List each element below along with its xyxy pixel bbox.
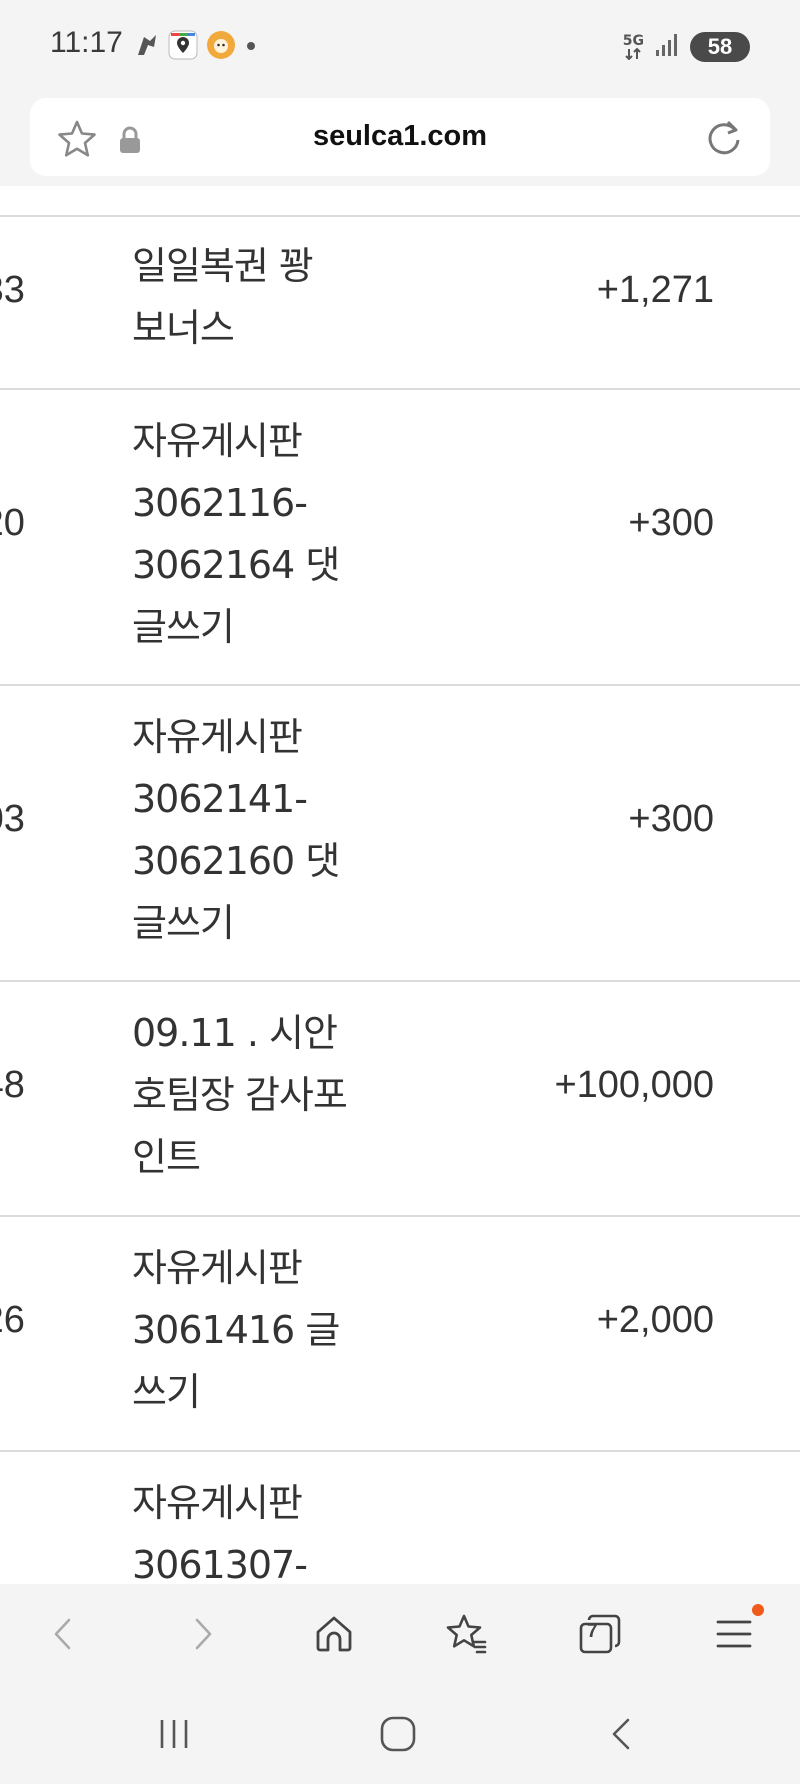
description-line: 자유게시판: [132, 715, 303, 759]
menu-badge: [752, 1604, 764, 1616]
description-line: 보너스: [132, 306, 235, 350]
description-cell: 09.11 . 시안 호팀장 감사포 인트: [132, 1002, 382, 1188]
time-cell: :33: [0, 269, 25, 311]
amount-cell: +300: [628, 502, 714, 544]
description-line: 인트: [132, 1135, 201, 1179]
description-line: 자유게시판: [132, 419, 303, 463]
time-cell: :48: [0, 1064, 25, 1106]
description-line: 3062141-: [132, 777, 308, 821]
url-text[interactable]: seulca1.com: [30, 120, 770, 153]
amount-cell: +2,000: [596, 1299, 714, 1341]
description-line: 글쓰기: [132, 605, 235, 649]
table-row: :20 자유게시판 3062116- 3062164 댓 글쓰기 +300: [0, 390, 800, 686]
description-line: 3061416 글: [132, 1308, 340, 1352]
description-cell: 일일복권 꽝 보너스: [132, 235, 382, 359]
battery-icon: 58: [690, 32, 750, 62]
table-row: :33 일일복권 꽝 보너스 +1,271: [0, 217, 800, 390]
network-label: 5G: [622, 33, 644, 49]
description-line: 자유게시판: [132, 1246, 303, 1290]
amount-cell: +300: [628, 798, 714, 840]
description-line: 쓰기: [132, 1370, 201, 1414]
browser-bottom-nav: 7: [0, 1584, 800, 1684]
home-icon[interactable]: [306, 1606, 362, 1662]
app-notification-icon: [134, 31, 160, 63]
description-line: 3062164 댓: [132, 543, 340, 587]
description-line: 09.11 . 시안: [132, 1011, 338, 1055]
browser-toolbar: seulca1.com: [0, 92, 800, 186]
reload-icon[interactable]: [702, 116, 746, 160]
tabs-count: 7: [587, 1621, 598, 1642]
notification-icons: [134, 30, 258, 64]
system-back-icon[interactable]: [598, 1710, 646, 1758]
description-line: 호팀장 감사포: [132, 1073, 348, 1117]
description-line: 3062160 댓: [132, 839, 340, 883]
description-cell: 자유게시판 3061416 글 쓰기: [132, 1237, 382, 1423]
description-line: 자유게시판: [132, 1481, 303, 1525]
bookmarks-icon[interactable]: [438, 1606, 494, 1662]
forward-icon[interactable]: [174, 1606, 230, 1662]
status-time: 11:17: [50, 26, 123, 59]
table-row: :03 자유게시판 3062141- 3062160 댓 글쓰기 +300: [0, 686, 800, 982]
description-line: 일일복권 꽝: [132, 244, 314, 288]
point-history-table: :33 일일복권 꽝 보너스 +1,271 :20 자유게시판 3062116-…: [0, 186, 800, 1584]
back-icon[interactable]: [36, 1606, 92, 1662]
location-app-icon: [168, 30, 198, 64]
tabs-icon[interactable]: 7: [572, 1606, 628, 1662]
description-line: 3061307-: [132, 1543, 308, 1584]
description-line: 글쓰기: [132, 901, 235, 945]
system-status-icons: 5G 58: [623, 30, 750, 64]
address-bar[interactable]: seulca1.com: [30, 98, 770, 176]
description-cell: 자유게시판 3062141- 3062160 댓 글쓰기: [132, 706, 382, 954]
network-5g-icon: 5G: [623, 34, 644, 60]
amount-cell: +100,000: [554, 1064, 714, 1106]
signal-icon: [654, 32, 680, 62]
time-cell: :20: [0, 502, 25, 544]
time-cell: :26: [0, 1299, 25, 1341]
table-row: 자유게시판 3061307-: [0, 1452, 800, 1584]
cat-app-icon: [206, 30, 236, 64]
home-circle-icon[interactable]: [374, 1710, 422, 1758]
description-cell: 자유게시판 3062116- 3062164 댓 글쓰기: [132, 410, 382, 658]
table-row: :26 자유게시판 3061416 글 쓰기 +2,000: [0, 1217, 800, 1452]
system-nav: [0, 1684, 800, 1784]
description-line: 3062116-: [132, 481, 308, 525]
time-cell: :03: [0, 798, 25, 840]
recents-icon[interactable]: [150, 1710, 198, 1758]
table-row: :48 09.11 . 시안 호팀장 감사포 인트 +100,000: [0, 982, 800, 1217]
status-bar: 11:17 5G 58: [0, 0, 800, 92]
description-cell: 자유게시판 3061307-: [132, 1472, 382, 1584]
amount-cell: +1,271: [596, 269, 714, 311]
dot-icon: [244, 38, 258, 57]
